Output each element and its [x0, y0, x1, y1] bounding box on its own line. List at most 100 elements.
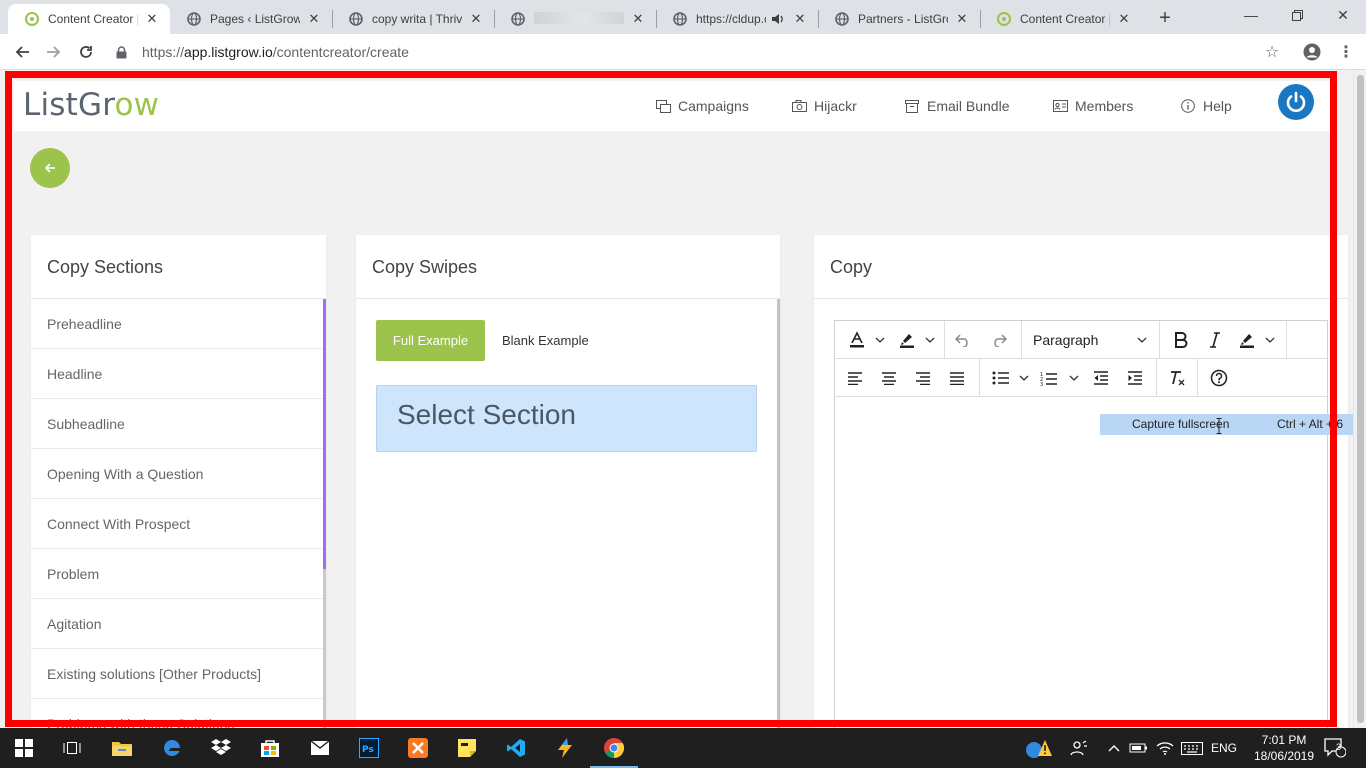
microsoft-store-icon[interactable] [256, 734, 284, 762]
nav-hijackr[interactable]: Hijackr [791, 96, 857, 116]
input-language[interactable]: ENG [1208, 738, 1240, 758]
browser-tab[interactable]: copy writa | Thrive ✕ [332, 4, 494, 34]
chevron-down-icon[interactable] [1135, 326, 1149, 354]
browser-tab[interactable]: ✕ [494, 4, 656, 34]
italic-icon[interactable] [1201, 326, 1229, 354]
nav-members[interactable]: Members [1052, 96, 1133, 116]
back-button[interactable] [30, 148, 70, 188]
help-circle-icon[interactable] [1205, 364, 1233, 392]
list-item[interactable]: Problem [31, 549, 323, 599]
copy-sections-list[interactable]: Preheadline Headline Subheadline Opening… [31, 299, 323, 728]
align-justify-icon[interactable] [943, 364, 971, 392]
close-tab-icon[interactable]: ✕ [792, 11, 808, 27]
close-tab-icon[interactable]: ✕ [954, 11, 970, 27]
redo-icon[interactable] [985, 326, 1013, 354]
align-right-icon[interactable] [909, 364, 937, 392]
list-item[interactable]: Connect With Prospect [31, 499, 323, 549]
forward-arrow-icon[interactable] [40, 38, 68, 66]
outdent-icon[interactable] [1087, 364, 1115, 392]
lightning-app-icon[interactable] [551, 734, 579, 762]
task-view-icon[interactable] [58, 734, 86, 762]
sticky-notes-icon[interactable] [453, 734, 481, 762]
speaker-icon[interactable] [770, 11, 786, 27]
windows-update-warning-icon[interactable] [1022, 738, 1056, 758]
chevron-down-icon[interactable] [923, 326, 937, 354]
notification-center-icon[interactable]: 3 [1322, 738, 1348, 758]
listgrow-logo[interactable]: ListGrow [23, 87, 159, 123]
sections-scrollbar[interactable] [323, 299, 326, 728]
indent-icon[interactable] [1121, 364, 1149, 392]
close-tab-icon[interactable]: ✕ [468, 11, 484, 27]
minimize-icon[interactable]: — [1228, 0, 1274, 30]
close-tab-icon[interactable]: ✕ [306, 11, 322, 27]
browser-tab[interactable]: Pages ‹ ListGrow — ✕ [170, 4, 332, 34]
photoshop-icon[interactable]: Ps [355, 734, 383, 762]
browser-tab[interactable]: Partners - ListGrow ✕ [818, 4, 980, 34]
highlight-color-icon[interactable] [893, 326, 921, 354]
mail-icon[interactable] [306, 734, 334, 762]
bullet-list-icon[interactable] [987, 364, 1015, 392]
battery-plug-icon[interactable] [1128, 738, 1150, 758]
people-icon[interactable] [1068, 738, 1090, 758]
swipes-scrollbar[interactable] [777, 299, 780, 728]
full-example-button[interactable]: Full Example [376, 320, 485, 361]
chevron-down-icon[interactable] [1263, 326, 1277, 354]
browser-menu-icon[interactable]: ⋮ [1336, 42, 1356, 62]
nav-label: Hijackr [814, 98, 857, 114]
new-tab-button[interactable]: + [1152, 5, 1178, 31]
list-item[interactable]: Headline [31, 349, 323, 399]
list-item[interactable]: Problems with those Solutions [31, 699, 323, 728]
numbered-list-icon[interactable]: 123 [1035, 364, 1063, 392]
browser-tab[interactable]: Content Creator | L ✕ [980, 4, 1142, 34]
text-color-icon[interactable] [843, 326, 871, 354]
edge-browser-icon[interactable] [158, 734, 186, 762]
chrome-icon[interactable] [590, 734, 638, 768]
bookmark-star-icon[interactable]: ☆ [1262, 42, 1282, 62]
dropbox-icon[interactable] [207, 734, 235, 762]
chevron-down-icon[interactable] [1017, 364, 1031, 392]
profile-avatar-icon[interactable] [1302, 42, 1322, 62]
clear-formatting-icon[interactable] [1163, 364, 1191, 392]
wifi-icon[interactable] [1154, 738, 1176, 758]
undo-icon[interactable] [949, 326, 977, 354]
rich-text-editor[interactable]: Paragraph 1 2 3 [834, 320, 1328, 728]
windows-start-icon[interactable] [10, 734, 38, 762]
nav-help[interactable]: Help [1180, 96, 1232, 116]
vscode-icon[interactable] [502, 734, 530, 762]
taskbar-clock[interactable]: 7:01 PM 18/06/2019 [1250, 732, 1318, 764]
file-explorer-icon[interactable] [108, 734, 136, 762]
align-center-icon[interactable] [875, 364, 903, 392]
list-item[interactable]: Opening With a Question [31, 449, 323, 499]
chevron-up-icon[interactable] [1106, 738, 1122, 758]
list-item[interactable]: Existing solutions [Other Products] [31, 649, 323, 699]
back-arrow-icon[interactable] [8, 38, 36, 66]
scrollbar-thumb[interactable] [323, 299, 326, 569]
reload-icon[interactable] [72, 38, 100, 66]
close-tab-icon[interactable]: ✕ [1116, 11, 1132, 27]
blank-example-button[interactable]: Blank Example [502, 320, 589, 361]
keyboard-icon[interactable] [1180, 738, 1204, 758]
list-item[interactable]: Preheadline [31, 299, 323, 349]
maximize-icon[interactable] [1274, 0, 1320, 30]
url-bar[interactable]: https://app.listgrow.io/contentcreator/c… [108, 39, 1294, 65]
nav-email-bundle[interactable]: Email Bundle [904, 96, 1010, 116]
browser-tab[interactable]: Content Creator | L ✕ [8, 4, 170, 34]
tab-title: Content Creator | L [1020, 12, 1110, 26]
chevron-down-icon[interactable] [1067, 364, 1081, 392]
close-window-icon[interactable]: ✕ [1320, 0, 1366, 30]
scrollbar-thumb[interactable] [1357, 75, 1364, 723]
close-tab-icon[interactable]: ✕ [144, 11, 160, 27]
power-logout-button[interactable] [1278, 84, 1314, 120]
list-item[interactable]: Agitation [31, 599, 323, 649]
bold-icon[interactable] [1167, 326, 1195, 354]
block-format-select[interactable]: Paragraph [1033, 326, 1149, 354]
highlight-color-icon[interactable] [1233, 326, 1261, 354]
nav-campaigns[interactable]: Campaigns [655, 96, 749, 116]
chevron-down-icon[interactable] [873, 326, 887, 354]
close-tab-icon[interactable]: ✕ [630, 11, 646, 27]
page-scrollbar[interactable] [1353, 71, 1366, 728]
list-item[interactable]: Subheadline [31, 399, 323, 449]
browser-tab[interactable]: https://cldup.c ✕ [656, 4, 818, 34]
align-left-icon[interactable] [841, 364, 869, 392]
xampp-icon[interactable] [404, 734, 432, 762]
